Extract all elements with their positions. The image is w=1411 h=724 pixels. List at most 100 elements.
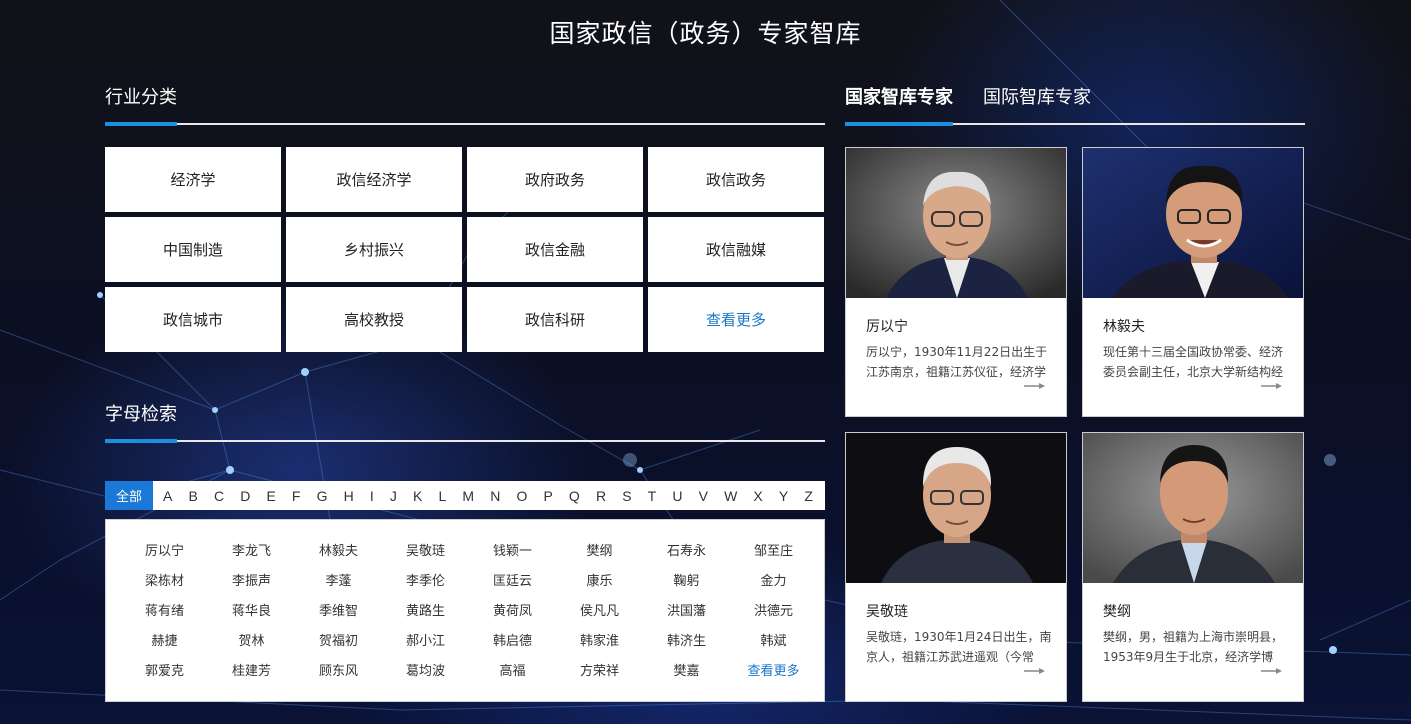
alphabet-letter-s[interactable]: S [622, 488, 631, 504]
alphabet-letters: AB CDE FGHIJKLMNOP QRS TU VWX YZ [153, 488, 825, 504]
expert-card[interactable]: 樊纲 樊纲，男，祖籍为上海市崇明县，1953年9月生于北京，经济学博 [1082, 432, 1304, 702]
alphabet-letter-c[interactable]: C [214, 488, 224, 504]
expert-name-link[interactable]: 樊纲 [556, 537, 643, 567]
alphabet-letter-j[interactable]: J [390, 488, 397, 504]
alphabet-letter-b[interactable]: B [188, 488, 197, 504]
expert-name-link[interactable]: 康乐 [556, 567, 643, 597]
expert-name-link[interactable]: 鞠躬 [643, 567, 730, 597]
expert-name-link[interactable]: 樊嘉 [643, 657, 730, 687]
expert-name-link[interactable]: 厉以宁 [121, 537, 208, 567]
industry-item-university-professors[interactable]: 高校教授 [286, 287, 462, 352]
expert-name-link[interactable]: 顾东风 [295, 657, 382, 687]
letter-section-header: 字母检索 [105, 400, 825, 443]
alphabet-letter-p[interactable]: P [543, 488, 552, 504]
alphabet-letter-a[interactable]: A [163, 488, 172, 504]
expert-name-link[interactable]: 匡廷云 [469, 567, 556, 597]
expert-name-link[interactable]: 季维智 [295, 597, 382, 627]
industry-item-zhengxin-research[interactable]: 政信科研 [467, 287, 643, 352]
expert-name-link[interactable]: 李龙飞 [208, 537, 295, 567]
heading-underline [105, 122, 177, 126]
industry-item-government-affairs[interactable]: 政府政务 [467, 147, 643, 212]
expert-name-link[interactable]: 林毅夫 [295, 537, 382, 567]
industry-heading: 行业分类 [105, 87, 177, 108]
alphabet-letter-h[interactable]: H [344, 488, 354, 504]
expert-name: 厉以宁 [866, 319, 908, 335]
expert-name-link[interactable]: 黄路生 [382, 597, 469, 627]
alphabet-letter-v[interactable]: V [699, 488, 708, 504]
expert-card[interactable]: 林毅夫 现任第十三届全国政协常委、经济委员会副主任，北京大学新结构经 [1082, 147, 1304, 417]
industry-item-zhengxin-economics[interactable]: 政信经济学 [286, 147, 462, 212]
industry-item-zhengxin-affairs[interactable]: 政信政务 [648, 147, 824, 212]
expert-name-link[interactable]: 洪德元 [730, 597, 817, 627]
expert-name-link[interactable]: 韩斌 [730, 627, 817, 657]
expert-name: 吴敬琏 [866, 604, 908, 620]
expert-name-link[interactable]: 李振声 [208, 567, 295, 597]
expert-name-link[interactable]: 方荣祥 [556, 657, 643, 687]
expert-card[interactable]: 吴敬琏 吴敬琏，1930年1月24日出生，南京人，祖籍江苏武进遥观（今常 [845, 432, 1067, 702]
alphabet-letter-n[interactable]: N [490, 488, 500, 504]
alphabet-letter-g[interactable]: G [317, 488, 328, 504]
expert-photo [846, 148, 1066, 298]
alphabet-letter-o[interactable]: O [516, 488, 527, 504]
expert-name-link[interactable]: 桂建芳 [208, 657, 295, 687]
expert-name-link[interactable]: 贺福初 [295, 627, 382, 657]
arrow-right-icon [1261, 383, 1282, 389]
expert-name-link[interactable]: 李蓬 [295, 567, 382, 597]
alphabet-letter-m[interactable]: M [462, 488, 474, 504]
expert-name-link[interactable]: 石寿永 [643, 537, 730, 567]
industry-grid: 经济学 政信经济学 政府政务 政信政务 中国制造 乡村振兴 政信金融 政信融媒 … [105, 147, 825, 352]
industry-item-zhengxin-media[interactable]: 政信融媒 [648, 217, 824, 282]
alphabet-letter-y[interactable]: Y [779, 488, 788, 504]
industry-item-zhengxin-finance[interactable]: 政信金融 [467, 217, 643, 282]
alphabet-letter-t[interactable]: T [648, 488, 657, 504]
expert-name-link[interactable]: 贺林 [208, 627, 295, 657]
alphabet-letter-z[interactable]: Z [804, 488, 813, 504]
expert-description: 厉以宁，1930年11月22日出生于江苏南京，祖籍江苏仪征，经济学 [866, 345, 1048, 379]
letter-heading: 字母检索 [105, 404, 177, 425]
expert-name-link[interactable]: 吴敬琏 [382, 537, 469, 567]
alphabet-letter-w[interactable]: W [724, 488, 737, 504]
tab-international-experts[interactable]: 国际智库专家 [983, 83, 1091, 109]
expert-card[interactable]: 厉以宁 厉以宁，1930年11月22日出生于江苏南京，祖籍江苏仪征，经济学 [845, 147, 1067, 417]
alphabet-letter-x[interactable]: X [753, 488, 762, 504]
industry-item-made-in-china[interactable]: 中国制造 [105, 217, 281, 282]
alphabet-letter-r[interactable]: R [596, 488, 606, 504]
expert-name-link[interactable]: 赫捷 [121, 627, 208, 657]
expert-name-link[interactable]: 葛均波 [382, 657, 469, 687]
arrow-right-icon [1024, 383, 1045, 389]
expert-name-link[interactable]: 邹至庄 [730, 537, 817, 567]
expert-name-link[interactable]: 梁栋材 [121, 567, 208, 597]
alphabet-letter-k[interactable]: K [413, 488, 422, 504]
alphabet-all-button[interactable]: 全部 [105, 481, 153, 510]
expert-name-link[interactable]: 金力 [730, 567, 817, 597]
expert-photo [1083, 433, 1303, 583]
expert-name-link[interactable]: 郝小江 [382, 627, 469, 657]
expert-name-link[interactable]: 蒋华良 [208, 597, 295, 627]
industry-view-more-link[interactable]: 查看更多 [648, 287, 824, 352]
industry-item-zhengxin-city[interactable]: 政信城市 [105, 287, 281, 352]
alphabet-letter-i[interactable]: I [370, 488, 374, 504]
expert-name-link[interactable]: 郭爱克 [121, 657, 208, 687]
expert-description: 吴敬琏，1930年1月24日出生，南京人，祖籍江苏武进遥观（今常 [866, 630, 1052, 664]
expert-name-link[interactable]: 高福 [469, 657, 556, 687]
industry-item-economics[interactable]: 经济学 [105, 147, 281, 212]
expert-name-link[interactable]: 侯凡凡 [556, 597, 643, 627]
expert-name-link[interactable]: 蒋有绪 [121, 597, 208, 627]
alphabet-letter-d[interactable]: D [240, 488, 250, 504]
alphabet-letter-l[interactable]: L [438, 488, 446, 504]
expert-name-link[interactable]: 韩家淮 [556, 627, 643, 657]
alphabet-letter-u[interactable]: U [672, 488, 682, 504]
names-view-more-link[interactable]: 查看更多 [730, 657, 817, 687]
industry-item-rural-revitalization[interactable]: 乡村振兴 [286, 217, 462, 282]
expert-name-link[interactable]: 韩启德 [469, 627, 556, 657]
expert-name-link[interactable]: 黄荷凤 [469, 597, 556, 627]
expert-name-link[interactable]: 韩济生 [643, 627, 730, 657]
alphabet-letter-f[interactable]: F [292, 488, 301, 504]
expert-name-link[interactable]: 钱颖一 [469, 537, 556, 567]
tab-national-experts[interactable]: 国家智库专家 [845, 83, 953, 109]
expert-description: 樊纲，男，祖籍为上海市崇明县，1953年9月生于北京，经济学博 [1103, 630, 1284, 664]
expert-name-link[interactable]: 李季伦 [382, 567, 469, 597]
expert-name-link[interactable]: 洪国藩 [643, 597, 730, 627]
alphabet-letter-e[interactable]: E [266, 488, 275, 504]
alphabet-letter-q[interactable]: Q [569, 488, 580, 504]
